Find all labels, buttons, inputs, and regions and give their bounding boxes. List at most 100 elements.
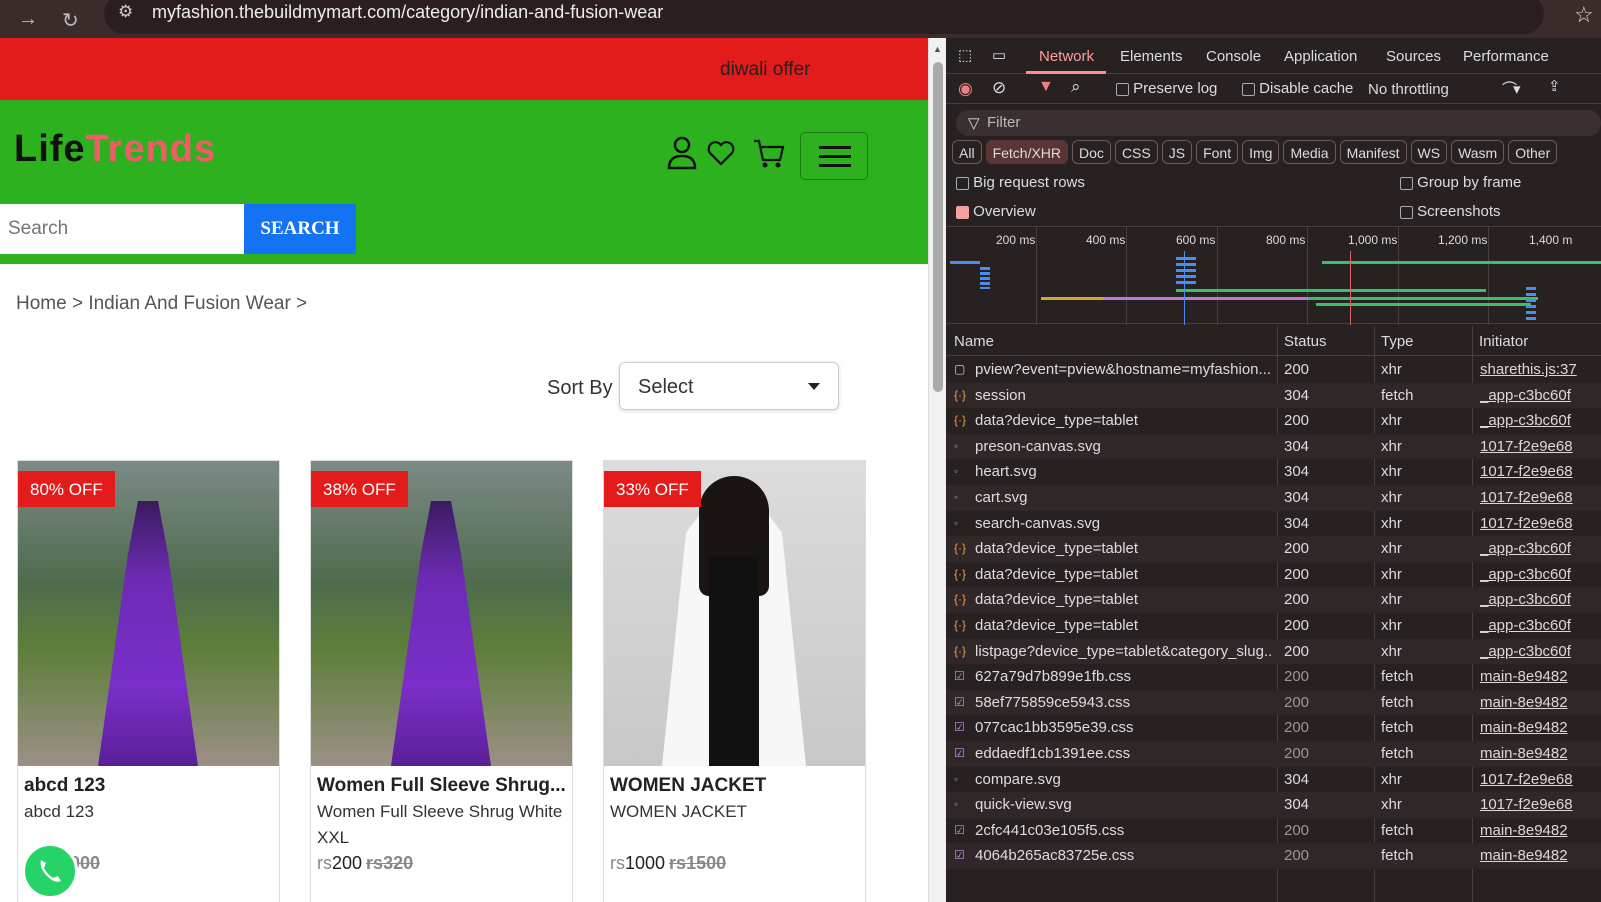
whatsapp-icon[interactable] [22, 843, 78, 899]
table-row[interactable]: ◦ search-canvas.svg 304 xhr 1017-f2e9e68 [946, 511, 1601, 537]
page-scrollbar[interactable]: ▲ [928, 38, 946, 902]
chip-wasm[interactable]: Wasm [1451, 140, 1505, 164]
request-name[interactable]: data?device_type=tablet [975, 566, 1271, 583]
scrollbar-thumb[interactable] [933, 62, 943, 392]
menu-button[interactable] [800, 132, 868, 180]
request-initiator[interactable]: 1017-f2e9e68 [1480, 438, 1601, 455]
request-name[interactable]: 627a79d7b899e1fb.css [975, 668, 1271, 685]
request-name[interactable]: preson-canvas.svg [975, 438, 1271, 455]
chip-img[interactable]: Img [1242, 140, 1280, 164]
column-name[interactable]: Name [954, 333, 994, 350]
network-conditions-icon[interactable]: ⌒ [1502, 78, 1517, 99]
request-name[interactable]: data?device_type=tablet [975, 412, 1271, 429]
throttling-select[interactable]: No throttling ▾ [1368, 80, 1521, 98]
table-row[interactable]: ☑ 627a79d7b899e1fb.css 200 fetch main-8e9482 [946, 664, 1601, 690]
table-row[interactable]: {·} data?device_type=tablet 200 xhr _app-c3b… [946, 613, 1601, 639]
cart-icon[interactable] [752, 138, 786, 170]
table-row[interactable]: ▢ pview?event=pview&hostname=myfashion...… [946, 357, 1601, 383]
request-name[interactable]: data?device_type=tablet [975, 540, 1271, 557]
column-initiator[interactable]: Initiator [1479, 333, 1528, 350]
chip-doc[interactable]: Doc [1072, 140, 1111, 164]
breadcrumb[interactable]: Home > Indian And Fusion Wear > [16, 293, 307, 315]
table-row[interactable]: {·} listpage?device_type=tablet&category_… [946, 638, 1601, 665]
disable-cache-checkbox[interactable]: Disable cache [1242, 80, 1353, 97]
table-row[interactable]: {·} data?device_type=tablet 200 xhr _app-c3b… [946, 587, 1601, 613]
request-initiator[interactable]: main-8e9482 [1480, 745, 1601, 762]
heart-icon[interactable] [707, 140, 735, 166]
request-initiator[interactable]: main-8e9482 [1480, 694, 1601, 711]
table-row[interactable]: {·} data?device_type=tablet 200 xhr _app-c3b… [946, 562, 1601, 588]
record-icon[interactable]: ◉ [958, 79, 973, 99]
request-name[interactable]: eddaedf1cb1391ee.css [975, 745, 1271, 762]
table-row[interactable]: ☑ 077cac1bb3595e39.css 200 fetch main-8e9482 [946, 715, 1601, 741]
chip-css[interactable]: CSS [1114, 140, 1158, 164]
account-icon[interactable] [666, 136, 698, 170]
tab-elements[interactable]: Elements [1120, 48, 1183, 65]
tab-application[interactable]: Application [1284, 48, 1357, 65]
search-button[interactable]: SEARCH [244, 204, 356, 254]
tab-performance[interactable]: Performance [1463, 48, 1549, 65]
request-initiator[interactable]: _app-c3bc60f [1480, 387, 1601, 404]
table-row[interactable]: ☑ eddaedf1cb1391ee.css 200 fetch main-8e9482 [946, 741, 1601, 767]
product-card[interactable]: 38% OFF Women Full Sleeve Shrug... Women… [310, 460, 573, 902]
request-initiator[interactable]: 1017-f2e9e68 [1480, 771, 1601, 788]
group-by-frame-checkbox[interactable]: Group by frame [1400, 174, 1521, 191]
request-name[interactable]: data?device_type=tablet [975, 591, 1271, 608]
product-card[interactable]: 80% OFF abcd 123 abcd 123 rsrs1000 [17, 460, 280, 902]
chip-js[interactable]: JS [1161, 140, 1193, 164]
request-name[interactable]: 2cfc441c03e105f5.css [975, 822, 1271, 839]
table-row[interactable]: ☑ 4064b265ac83725e.css 200 fetch main-8e9482 [946, 843, 1601, 869]
table-row[interactable]: ◦ compare.svg 304 xhr 1017-f2e9e68 [946, 767, 1601, 793]
request-initiator[interactable]: _app-c3bc60f [1480, 540, 1601, 557]
chip-fetch-xhr[interactable]: Fetch/XHR [985, 140, 1069, 164]
table-row[interactable]: ◦ cart.svg 304 xhr 1017-f2e9e68 [946, 485, 1601, 511]
request-name[interactable]: 58ef775859ce5943.css [975, 694, 1271, 711]
request-name[interactable]: listpage?device_type=tablet&category_slu… [975, 643, 1271, 660]
request-initiator[interactable]: _app-c3bc60f [1480, 617, 1601, 634]
inspect-icon[interactable]: ⬚ [958, 46, 972, 64]
chip-all[interactable]: All [952, 140, 982, 164]
tab-network[interactable]: Network [1039, 48, 1094, 65]
request-name[interactable]: cart.svg [975, 489, 1271, 506]
product-title[interactable]: abcd 123 [24, 775, 274, 797]
product-title[interactable]: WOMEN JACKET [610, 775, 860, 797]
request-initiator[interactable]: main-8e9482 [1480, 719, 1601, 736]
table-row[interactable]: {·} session 304 fetch _app-c3bc60f [946, 382, 1601, 409]
table-row[interactable]: ☑ 2cfc441c03e105f5.css 200 fetch main-8e9482 [946, 818, 1601, 844]
table-row[interactable]: {·} data?device_type=tablet 200 xhr _app-c3b… [946, 536, 1601, 562]
forward-icon[interactable]: → [18, 8, 38, 31]
request-initiator[interactable]: 1017-f2e9e68 [1480, 796, 1601, 813]
table-row[interactable]: ◦ heart.svg 304 xhr 1017-f2e9e68 [946, 459, 1601, 485]
table-row[interactable]: ☑ 58ef775859ce5943.css 200 fetch main-8e9482 [946, 689, 1601, 716]
tab-console[interactable]: Console [1206, 48, 1261, 65]
request-name[interactable]: 4064b265ac83725e.css [975, 847, 1271, 864]
chip-manifest[interactable]: Manifest [1339, 140, 1407, 164]
filter-icon[interactable]: ▼ [1038, 78, 1054, 96]
table-row[interactable]: ◦ quick-view.svg 304 xhr 1017-f2e9e68 [946, 792, 1601, 818]
chip-ws[interactable]: WS [1410, 140, 1448, 164]
request-initiator[interactable]: _app-c3bc60f [1480, 566, 1601, 583]
request-initiator[interactable]: main-8e9482 [1480, 822, 1601, 839]
overview-checkbox[interactable]: Overview [956, 203, 1036, 220]
screenshots-checkbox[interactable]: Screenshots [1400, 203, 1501, 220]
clear-icon[interactable]: ⊘ [992, 78, 1006, 98]
request-initiator[interactable]: _app-c3bc60f [1480, 591, 1601, 608]
request-initiator[interactable]: 1017-f2e9e68 [1480, 489, 1601, 506]
request-name[interactable]: session [975, 387, 1271, 404]
bookmark-star-icon[interactable]: ☆ [1574, 2, 1594, 28]
big-rows-checkbox[interactable]: Big request rows [956, 174, 1085, 191]
request-name[interactable]: 077cac1bb3595e39.css [975, 719, 1271, 736]
search-icon[interactable]: ⌕ [1071, 77, 1081, 97]
request-initiator[interactable]: sharethis.js:37 [1480, 361, 1601, 378]
url-text[interactable]: myfashion.thebuildmymart.com/category/in… [152, 2, 663, 23]
request-initiator[interactable]: 1017-f2e9e68 [1480, 463, 1601, 480]
request-initiator[interactable]: _app-c3bc60f [1480, 643, 1601, 660]
request-name[interactable]: heart.svg [975, 463, 1271, 480]
request-name[interactable]: compare.svg [975, 771, 1271, 788]
reload-icon[interactable]: ↻ [62, 8, 79, 33]
table-row[interactable]: ◦ preson-canvas.svg 304 xhr 1017-f2e9e68 [946, 433, 1601, 460]
request-name[interactable]: quick-view.svg [975, 796, 1271, 813]
request-name[interactable]: search-canvas.svg [975, 515, 1271, 532]
preserve-log-checkbox[interactable]: Preserve log [1116, 80, 1217, 97]
filter-input[interactable]: ▽ Filter [956, 110, 1601, 136]
